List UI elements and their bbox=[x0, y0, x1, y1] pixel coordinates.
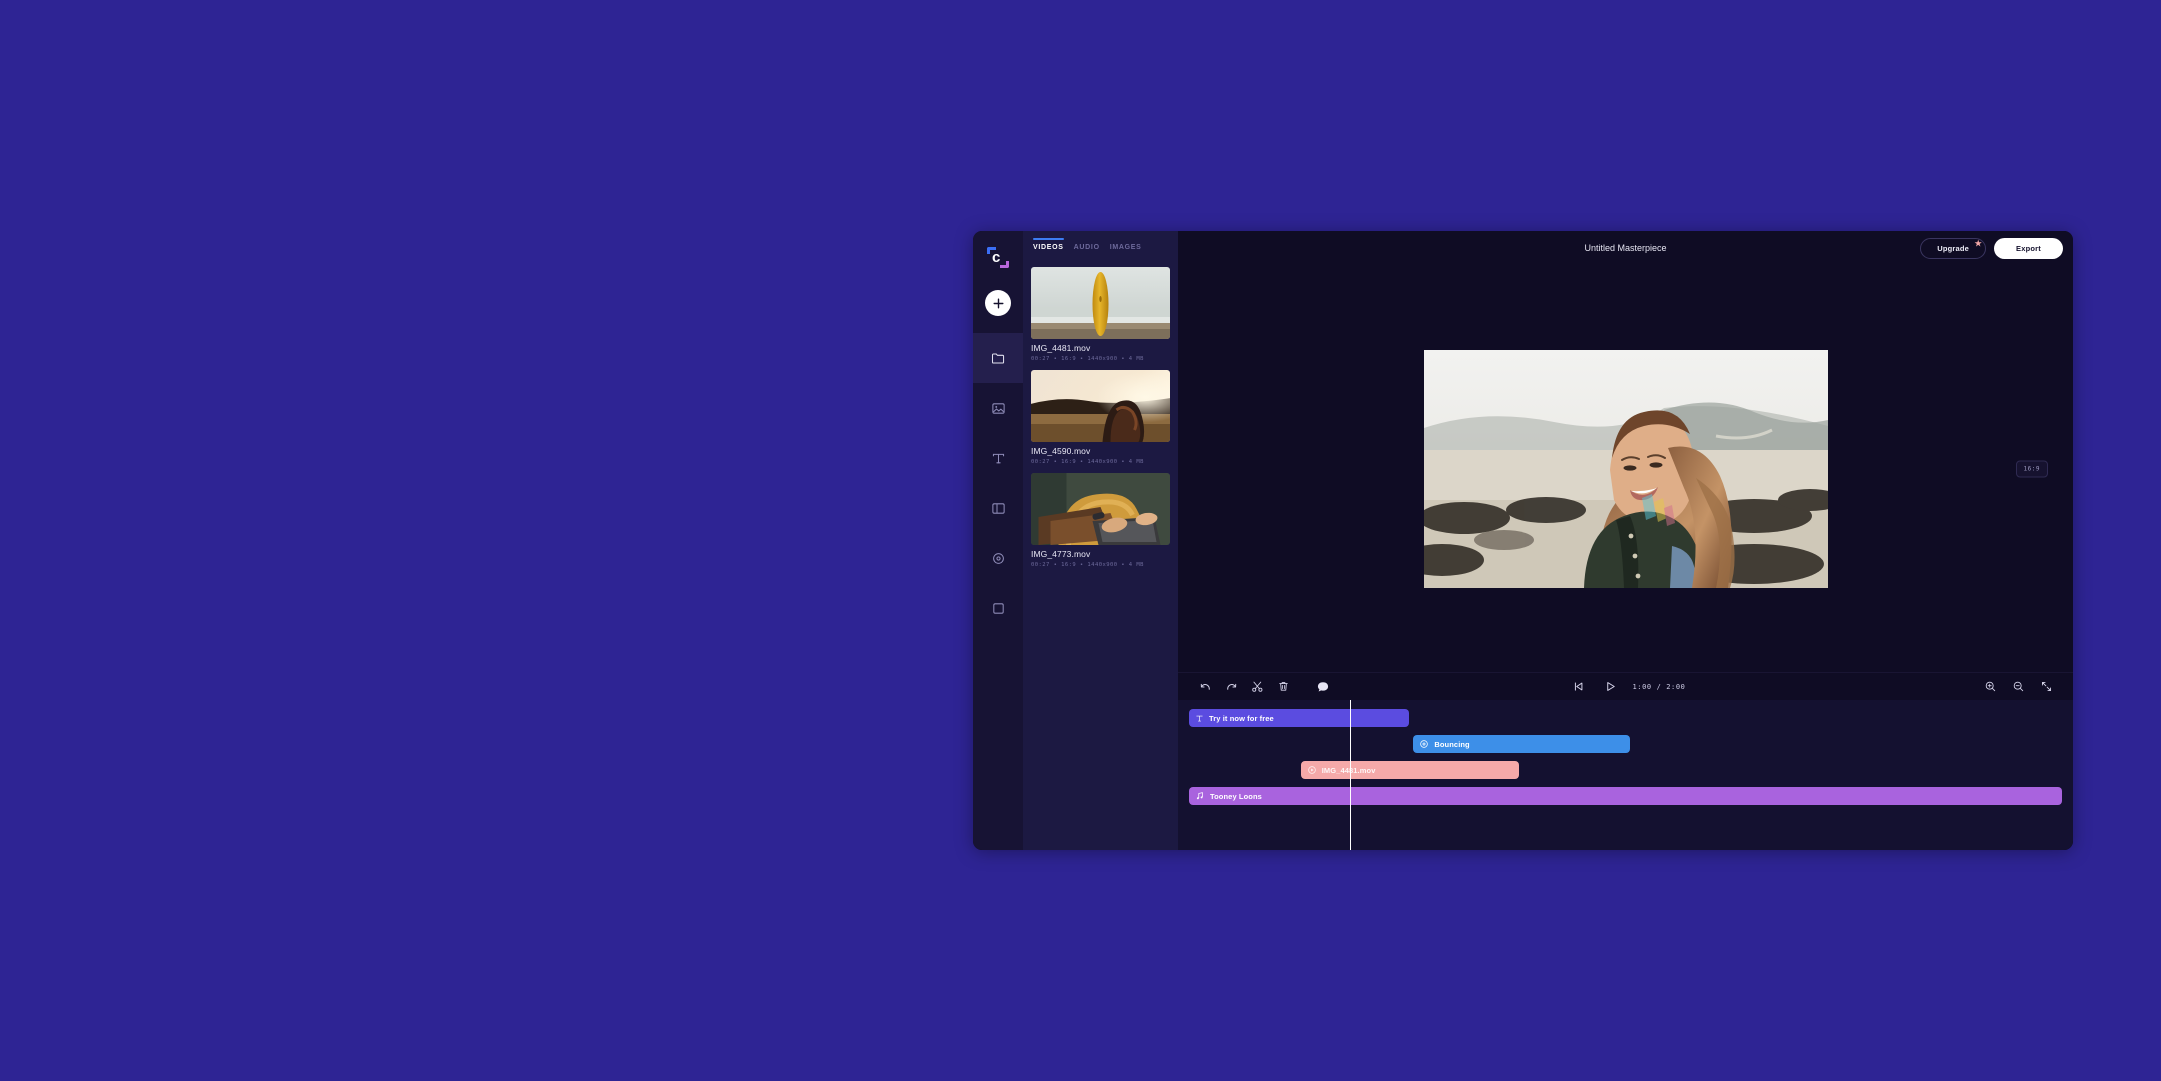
trash-icon bbox=[1278, 682, 1288, 691]
media-list-item[interactable]: IMG_4773.mov 00:27 • 16:9 • 1440x900 • 4… bbox=[1031, 473, 1170, 568]
sunset-field-thumbnail bbox=[1031, 370, 1170, 442]
undo-button[interactable] bbox=[1192, 676, 1218, 698]
text-t-icon bbox=[1195, 714, 1204, 723]
media-item-meta: 00:27 • 16:9 • 1440x900 • 4 MB bbox=[1031, 459, 1144, 465]
clipchamp-app-window: c VIDEOS AUDIO IMAGES IMG_4481.mov 00:27… bbox=[973, 231, 2073, 850]
playhead[interactable] bbox=[1349, 700, 1352, 850]
time-readout: 1:00 / 2:00 bbox=[1632, 683, 1685, 691]
clipchamp-logo[interactable]: c bbox=[973, 239, 1023, 277]
play-icon bbox=[1607, 682, 1615, 691]
fit-screen-icon bbox=[2041, 681, 2051, 692]
folder-icon bbox=[991, 352, 1004, 364]
tab-images[interactable]: IMAGES bbox=[1108, 238, 1150, 257]
split-button[interactable] bbox=[1244, 676, 1270, 698]
add-media-button[interactable] bbox=[985, 290, 1011, 316]
clip-label: IMG_4481.mov bbox=[1321, 765, 1376, 775]
play-circle-icon bbox=[1307, 765, 1317, 775]
top-bar: Untitled Masterpiece Upgrade ★ Export bbox=[1178, 231, 2073, 265]
skip-start-icon bbox=[1574, 682, 1583, 691]
media-list-item[interactable]: IMG_4481.mov 00:27 • 16:9 • 1440x900 • 4… bbox=[1031, 267, 1170, 362]
clip-label: Try it now for free bbox=[1209, 713, 1274, 723]
upgrade-label: Upgrade bbox=[1937, 243, 1970, 253]
sidebar-item-stock-media[interactable] bbox=[973, 383, 1023, 433]
media-item-meta: 00:27 • 16:9 • 1440x900 • 4 MB bbox=[1031, 356, 1144, 362]
add-media-wrap bbox=[973, 279, 1023, 327]
layout-icon bbox=[991, 502, 1005, 514]
zoom-in-button[interactable] bbox=[1977, 676, 2003, 698]
timeline-zoom-controls bbox=[1977, 676, 2059, 698]
redo-button[interactable] bbox=[1218, 676, 1244, 698]
video-preview[interactable] bbox=[1423, 349, 1828, 588]
export-button[interactable]: Export bbox=[1994, 237, 2063, 259]
laptop-typing-thumbnail bbox=[1031, 473, 1170, 545]
media-item-name: IMG_4590.mov bbox=[1031, 446, 1091, 456]
surfboard-beach-thumbnail bbox=[1031, 267, 1170, 339]
editor-stage: Untitled Masterpiece Upgrade ★ Export 16… bbox=[1178, 231, 2073, 850]
sidebar-item-record[interactable] bbox=[973, 533, 1023, 583]
media-panel: VIDEOS AUDIO IMAGES IMG_4481.mov 00:27 •… bbox=[1023, 231, 1178, 850]
image-icon bbox=[991, 402, 1005, 414]
timeline-clip-video[interactable]: IMG_4481.mov bbox=[1300, 761, 1519, 779]
timeline-clip-bouncing[interactable]: Bouncing bbox=[1413, 735, 1630, 753]
current-time: 1:00 bbox=[1632, 682, 1652, 691]
square-icon bbox=[992, 602, 1004, 614]
sidebar-item-text[interactable] bbox=[973, 433, 1023, 483]
timeline-track: IMG_4481.mov bbox=[1189, 761, 2062, 779]
clip-label: Bouncing bbox=[1434, 739, 1470, 749]
clip-label: Tooney Loons bbox=[1210, 791, 1262, 801]
timeline-clip-text[interactable]: Try it now for free bbox=[1189, 709, 1409, 727]
timeline-track: Bouncing bbox=[1189, 735, 2062, 753]
time-separator: / bbox=[1656, 682, 1662, 691]
sidebar-item-transitions[interactable] bbox=[973, 483, 1023, 533]
text-icon bbox=[992, 453, 1004, 463]
aspect-ratio-badge[interactable]: 16:9 bbox=[2015, 460, 2048, 477]
zoom-in-icon bbox=[1985, 681, 1995, 692]
sidebar-item-your-media[interactable] bbox=[973, 333, 1023, 383]
clipchamp-logo-icon: c bbox=[987, 247, 1009, 269]
tab-videos[interactable]: VIDEOS bbox=[1031, 237, 1072, 257]
redo-icon bbox=[1226, 683, 1236, 690]
zoom-out-button[interactable] bbox=[2005, 676, 2031, 698]
total-time: 2:00 bbox=[1666, 682, 1686, 691]
smiling-woman-outdoors-preview bbox=[1423, 349, 1828, 588]
scissors-icon bbox=[1251, 681, 1262, 692]
timeline-track: Tooney Loons bbox=[1189, 787, 2062, 805]
comment-button[interactable] bbox=[1310, 676, 1336, 698]
timeline-track: Try it now for free bbox=[1189, 709, 2062, 727]
target-icon bbox=[1419, 739, 1429, 749]
preview-area: 16:9 bbox=[1178, 265, 2073, 672]
timeline-toolbar: 1:00 / 2:00 bbox=[1178, 672, 2073, 700]
music-note-icon bbox=[1195, 791, 1205, 801]
upgrade-button[interactable]: Upgrade ★ bbox=[1920, 237, 1987, 259]
plus-icon bbox=[993, 298, 1003, 308]
timeline[interactable]: Try it now for free Bouncing IMG_4481.mo… bbox=[1178, 700, 2073, 850]
skip-to-start-button[interactable] bbox=[1565, 676, 1591, 698]
record-icon bbox=[992, 552, 1004, 564]
star-icon: ★ bbox=[1974, 238, 1983, 248]
media-tabs: VIDEOS AUDIO IMAGES bbox=[1023, 231, 1178, 263]
media-item-name: IMG_4773.mov bbox=[1031, 549, 1091, 559]
undo-icon bbox=[1200, 683, 1210, 690]
media-list: IMG_4481.mov 00:27 • 16:9 • 1440x900 • 4… bbox=[1023, 263, 1178, 850]
media-item-meta: 00:27 • 16:9 • 1440x900 • 4 MB bbox=[1031, 562, 1144, 568]
timeline-clip-audio[interactable]: Tooney Loons bbox=[1189, 787, 2062, 805]
play-button[interactable] bbox=[1597, 676, 1623, 698]
media-item-name: IMG_4481.mov bbox=[1031, 343, 1091, 353]
topbar-actions: Upgrade ★ Export bbox=[1920, 237, 2063, 259]
left-icon-rail: c bbox=[973, 231, 1023, 850]
comment-icon bbox=[1317, 681, 1329, 692]
media-list-item[interactable]: IMG_4590.mov 00:27 • 16:9 • 1440x900 • 4… bbox=[1031, 370, 1170, 465]
fit-to-screen-button[interactable] bbox=[2033, 676, 2059, 698]
tab-audio[interactable]: AUDIO bbox=[1072, 238, 1108, 257]
delete-button[interactable] bbox=[1270, 676, 1296, 698]
zoom-out-icon bbox=[2013, 681, 2023, 692]
sidebar-item-brand-kit[interactable] bbox=[973, 583, 1023, 633]
